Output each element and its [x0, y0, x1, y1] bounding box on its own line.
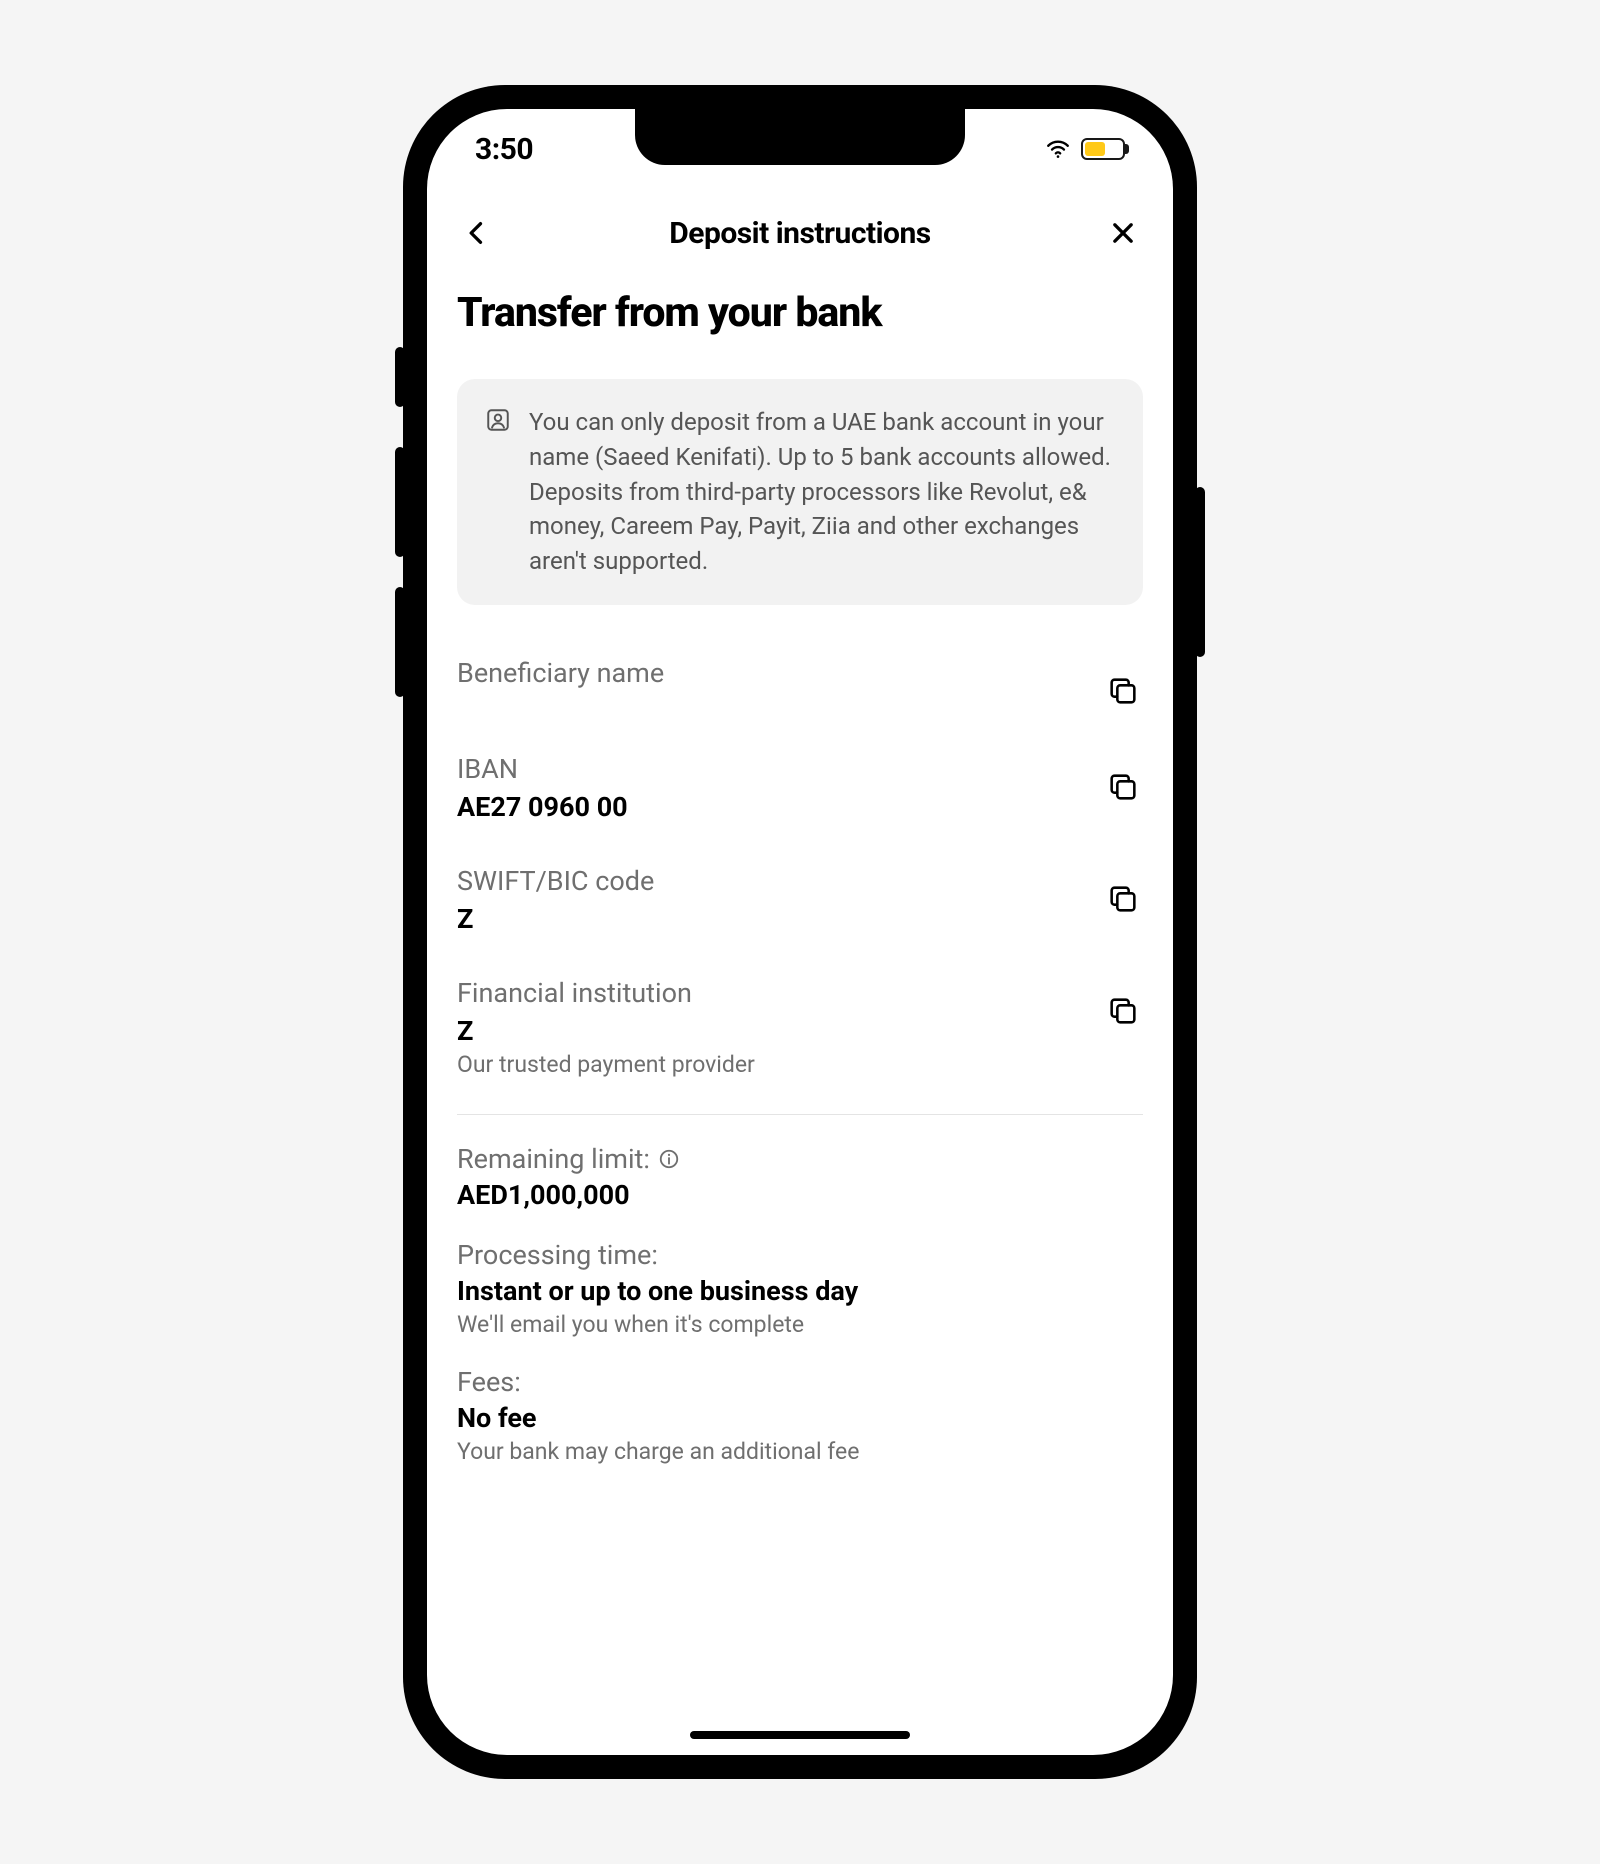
page-title: Transfer from your bank [457, 289, 1143, 337]
copy-icon [1106, 770, 1140, 804]
iban-value: AE27 0960 00 [457, 791, 647, 823]
fees-value: No fee [457, 1402, 1143, 1434]
processing-time-label: Processing time: [457, 1239, 1143, 1271]
institution-row: Financial institution Z Our trusted paym… [457, 961, 1143, 1104]
wifi-icon [1045, 136, 1071, 162]
swift-value: Z [457, 903, 497, 935]
notice-text: You can only deposit from a UAE bank acc… [529, 405, 1115, 579]
remaining-limit-block: Remaining limit: AED1,000,000 [457, 1143, 1143, 1211]
close-icon [1109, 219, 1137, 247]
copy-icon [1106, 674, 1140, 708]
power-button [1195, 487, 1205, 657]
fees-sub: Your bank may charge an additional fee [457, 1438, 1143, 1465]
info-notice: You can only deposit from a UAE bank acc… [457, 379, 1143, 605]
app-header: Deposit instructions [427, 189, 1173, 277]
divider [457, 1114, 1143, 1115]
remaining-limit-label: Remaining limit: [457, 1143, 650, 1175]
copy-iban-button[interactable] [1103, 767, 1143, 807]
close-button[interactable] [1103, 213, 1143, 253]
processing-time-value: Instant or up to one business day [457, 1275, 1143, 1307]
remaining-limit-value: AED1,000,000 [457, 1179, 1143, 1211]
copy-icon [1106, 994, 1140, 1028]
institution-value: Z [457, 1015, 497, 1047]
iban-row: IBAN AE27 0960 00 [457, 737, 1143, 849]
header-title: Deposit instructions [669, 216, 930, 251]
beneficiary-label: Beneficiary name [457, 657, 1083, 689]
phone-frame: 3:50 [405, 87, 1195, 1777]
beneficiary-row: Beneficiary name [457, 641, 1143, 737]
institution-sub: Our trusted payment provider [457, 1051, 1083, 1078]
content: Transfer from your bank You can only dep… [427, 277, 1173, 1755]
copy-icon [1106, 882, 1140, 916]
volume-down-button [395, 587, 405, 697]
processing-time-sub: We'll email you when it's complete [457, 1311, 1143, 1338]
iban-label: IBAN [457, 753, 1083, 785]
copy-institution-button[interactable] [1103, 991, 1143, 1031]
notch [635, 109, 965, 165]
person-card-icon [485, 407, 511, 579]
copy-beneficiary-button[interactable] [1103, 671, 1143, 711]
back-button[interactable] [457, 213, 497, 253]
institution-label: Financial institution [457, 977, 1083, 1009]
swift-row: SWIFT/BIC code Z [457, 849, 1143, 961]
fees-block: Fees: No fee Your bank may charge an add… [457, 1366, 1143, 1465]
volume-up-button [395, 447, 405, 557]
status-time: 3:50 [475, 132, 533, 167]
processing-time-block: Processing time: Instant or up to one bu… [457, 1239, 1143, 1338]
battery-icon [1081, 138, 1125, 160]
info-icon[interactable] [658, 1148, 680, 1170]
swift-label: SWIFT/BIC code [457, 865, 1083, 897]
side-button [395, 347, 405, 407]
home-indicator[interactable] [690, 1731, 910, 1739]
fees-label: Fees: [457, 1366, 1143, 1398]
chevron-left-icon [463, 219, 491, 247]
copy-swift-button[interactable] [1103, 879, 1143, 919]
